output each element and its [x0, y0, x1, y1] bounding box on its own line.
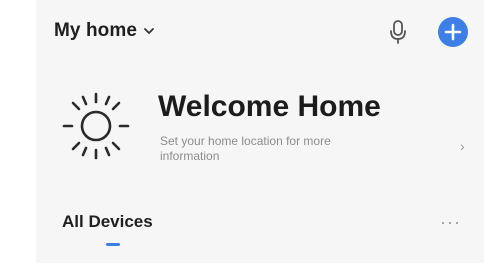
- add-device-button[interactable]: [438, 17, 468, 47]
- tab-indicator: [106, 243, 120, 246]
- tab-label: All Devices: [62, 212, 153, 231]
- welcome-title: Welcome Home: [158, 90, 381, 123]
- sun-icon: [62, 92, 130, 160]
- home-selector[interactable]: My home: [54, 20, 155, 42]
- home-title: My home: [54, 20, 138, 41]
- header: My home: [36, 14, 484, 52]
- tab-all-devices[interactable]: All Devices: [62, 212, 153, 246]
- welcome-card[interactable]: Welcome Home Set your home location for …: [36, 80, 484, 180]
- chevron-right-icon: ›: [460, 138, 465, 154]
- more-options-icon[interactable]: ···: [440, 212, 461, 233]
- app-screen: My home Welcome Home Set your home locat…: [36, 0, 484, 263]
- chevron-down-icon: [144, 28, 154, 34]
- plus-icon: [444, 23, 462, 41]
- microphone-icon[interactable]: [386, 18, 410, 46]
- welcome-subtitle: Set your home location for more informat…: [160, 134, 331, 163]
